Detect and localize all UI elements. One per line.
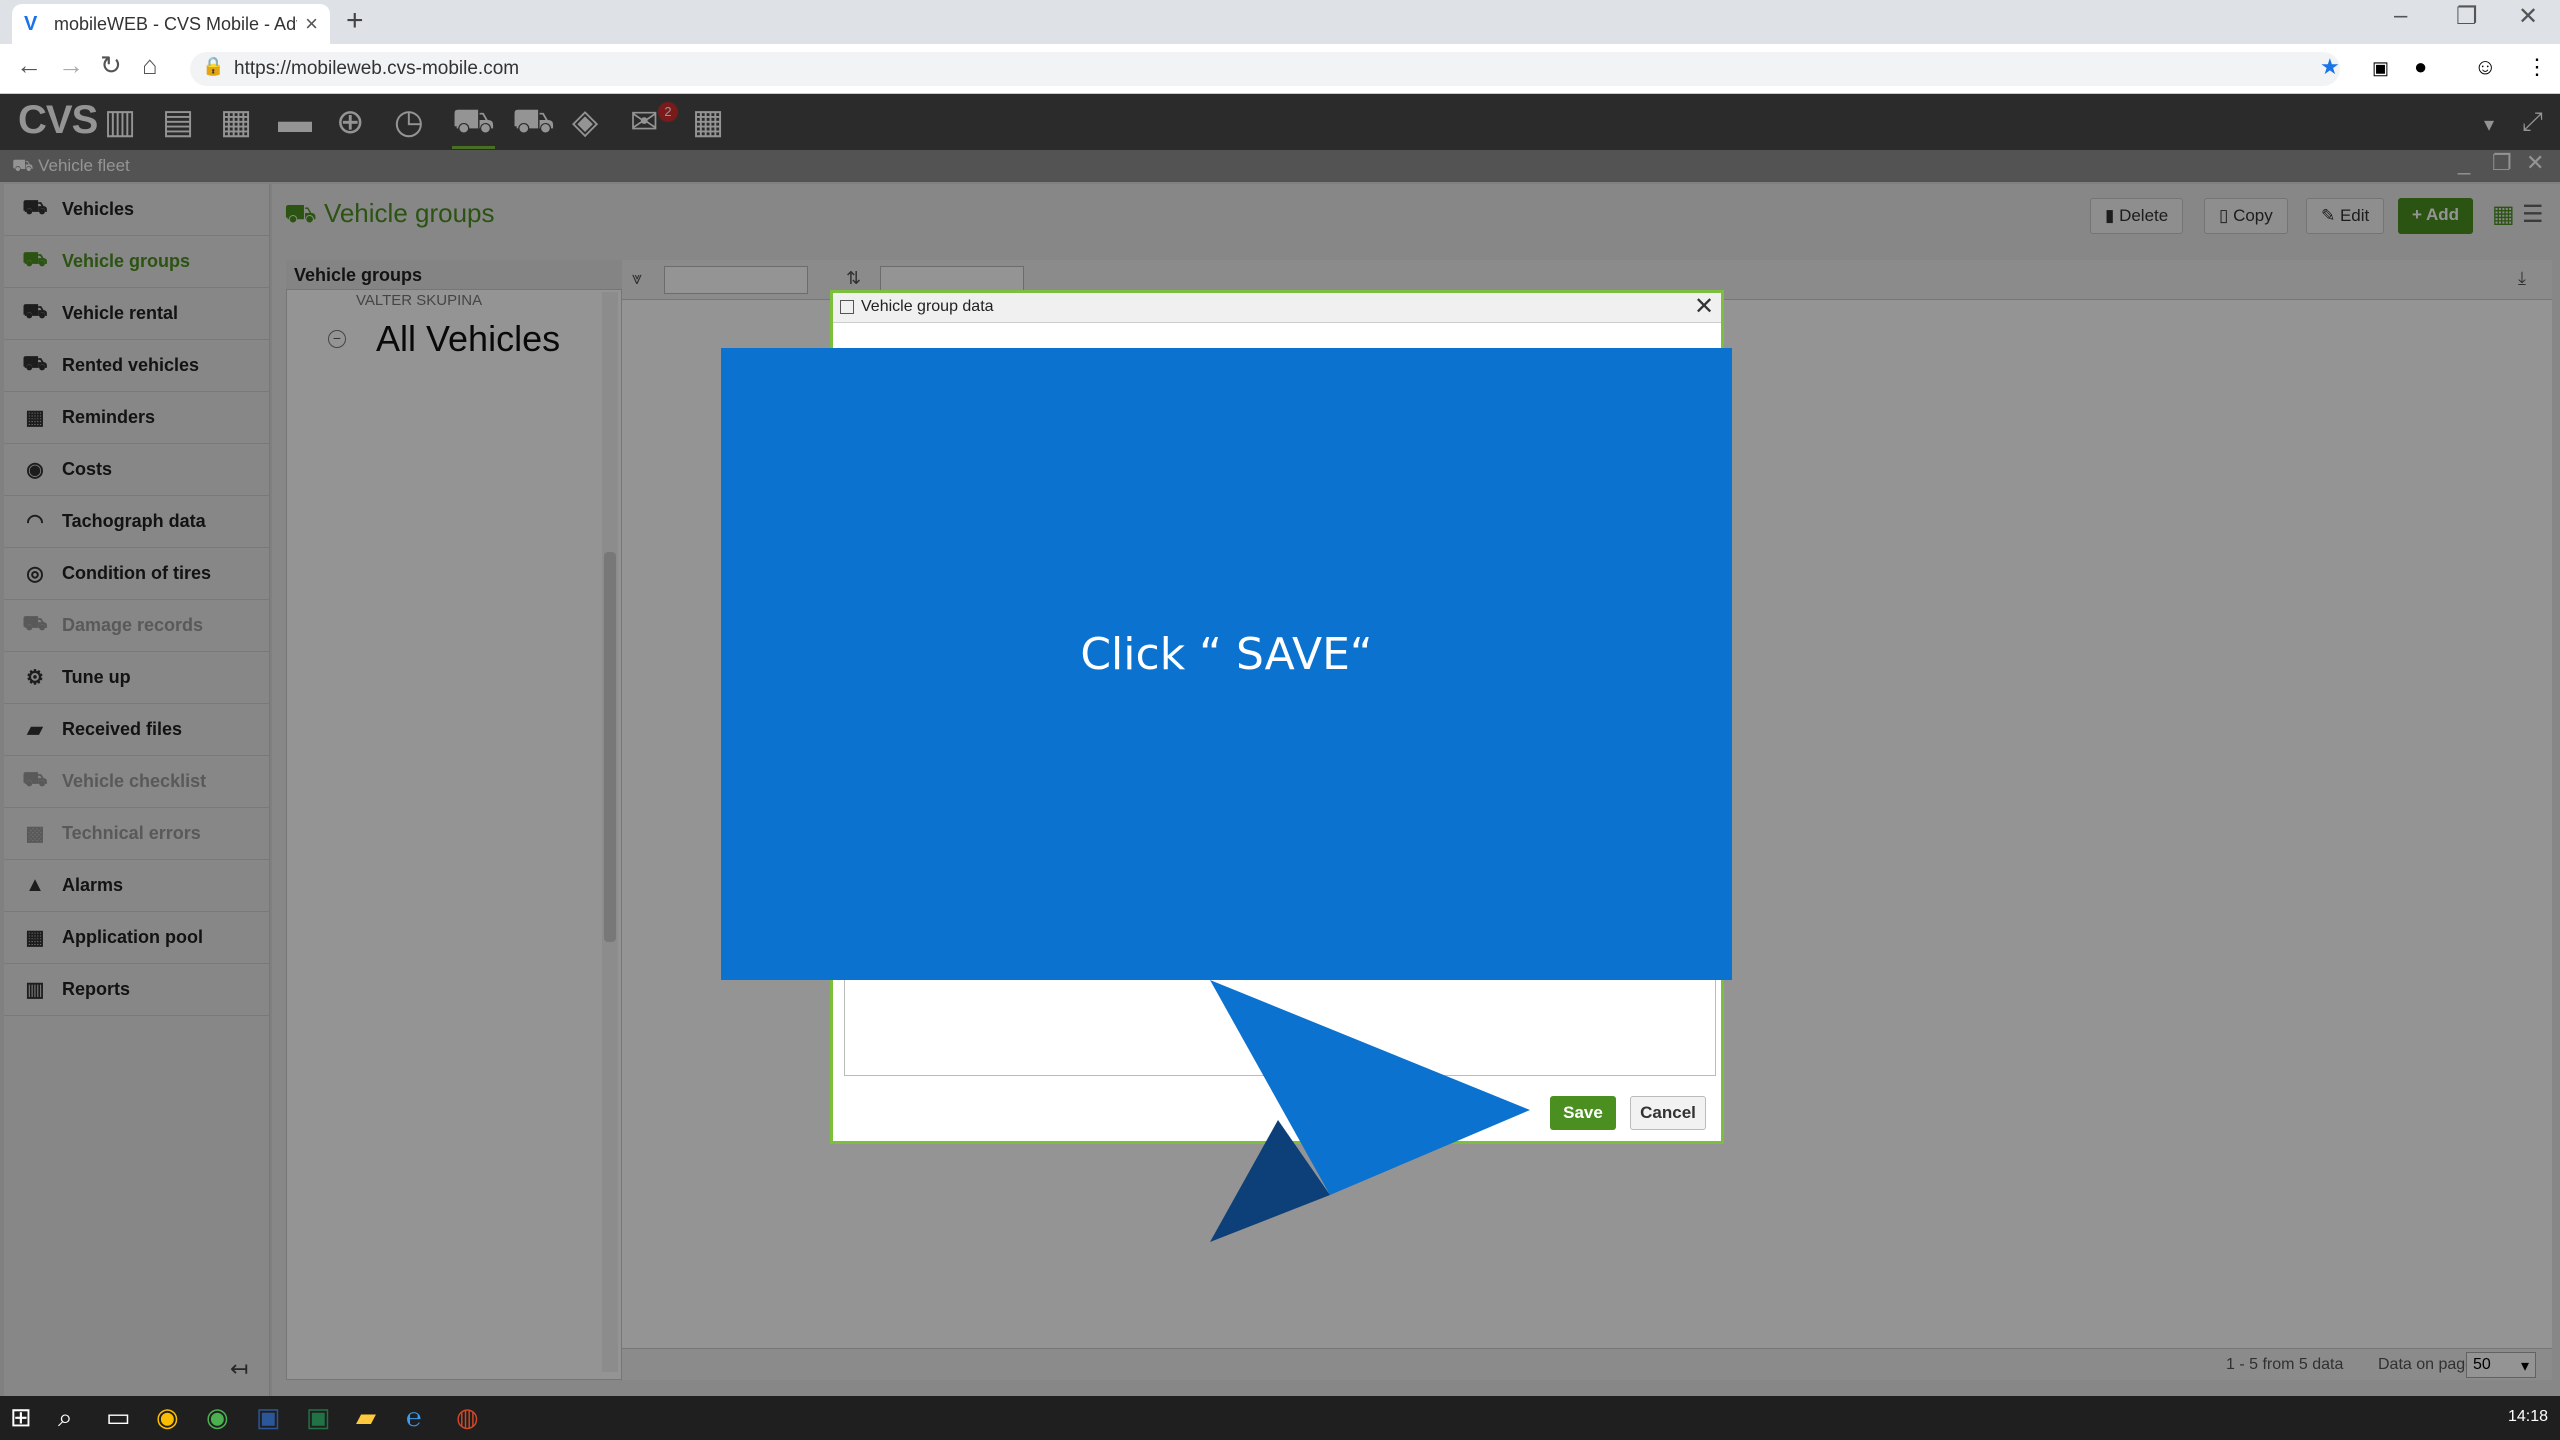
bookmark-star-icon[interactable]: ★ bbox=[2320, 54, 2340, 80]
extension-icon[interactable]: ▣ bbox=[2372, 58, 2389, 79]
windows-start-icon[interactable]: ⊞ bbox=[10, 1402, 32, 1433]
close-tab-icon[interactable]: × bbox=[305, 11, 318, 37]
minimize-window-button[interactable]: – bbox=[2394, 2, 2407, 30]
dialog-close-icon[interactable]: ✕ bbox=[1694, 292, 1714, 321]
browser-tab[interactable]: V mobileWEB - CVS Mobile - Adva × bbox=[12, 4, 330, 44]
edge-icon[interactable]: ℮ bbox=[406, 1402, 422, 1433]
chrome-icon[interactable]: ◉ bbox=[156, 1402, 179, 1433]
restore-window-button[interactable]: ❐ bbox=[2456, 2, 2478, 31]
tutorial-instruction: Click “ SAVE“ bbox=[1080, 628, 1373, 680]
taskbar-clock: 14:18 bbox=[2508, 1408, 2549, 1425]
lock-icon[interactable]: 🔒 bbox=[202, 56, 224, 77]
search-icon[interactable]: ⌕ bbox=[58, 1402, 73, 1434]
new-tab-button[interactable]: + bbox=[346, 4, 364, 38]
browser-tab-bar bbox=[0, 0, 2560, 44]
excel-icon[interactable]: ▣ bbox=[306, 1402, 331, 1433]
forward-icon[interactable]: → bbox=[58, 50, 84, 81]
tutorial-pointer-arrow-icon bbox=[1210, 980, 1530, 1242]
dialog-title: Vehicle group data bbox=[833, 293, 1721, 323]
reload-icon[interactable]: ↻ bbox=[100, 50, 122, 81]
home-icon[interactable]: ⌂ bbox=[142, 50, 158, 81]
save-button[interactable]: Save bbox=[1550, 1096, 1616, 1130]
windows-taskbar bbox=[0, 1396, 2560, 1440]
word-icon[interactable]: ▣ bbox=[256, 1402, 281, 1433]
browser-tab-title: mobileWEB - CVS Mobile - Adva bbox=[54, 13, 298, 34]
file-explorer-icon[interactable]: ▰ bbox=[356, 1402, 376, 1433]
url-field[interactable]: https://mobileweb.cvs-mobile.com bbox=[190, 52, 2340, 86]
task-view-icon[interactable]: ▭ bbox=[106, 1402, 131, 1433]
back-icon[interactable]: ← bbox=[16, 50, 42, 81]
close-window-button[interactable]: ✕ bbox=[2518, 2, 2538, 31]
site-favicon-icon: V bbox=[24, 12, 38, 35]
browser-menu-icon[interactable]: ⋮ bbox=[2526, 54, 2548, 80]
dialog-window-icon bbox=[840, 300, 854, 314]
chrome-alt-icon[interactable]: ◉ bbox=[206, 1402, 229, 1433]
user-avatar-icon[interactable]: ☺ bbox=[2474, 54, 2496, 80]
tutorial-callout: Click “ SAVE“ bbox=[721, 348, 1732, 980]
cancel-button[interactable]: Cancel bbox=[1630, 1096, 1706, 1130]
powerpoint-icon[interactable]: ◍ bbox=[456, 1402, 479, 1433]
profile-k-icon[interactable]: ● bbox=[2414, 54, 2427, 80]
